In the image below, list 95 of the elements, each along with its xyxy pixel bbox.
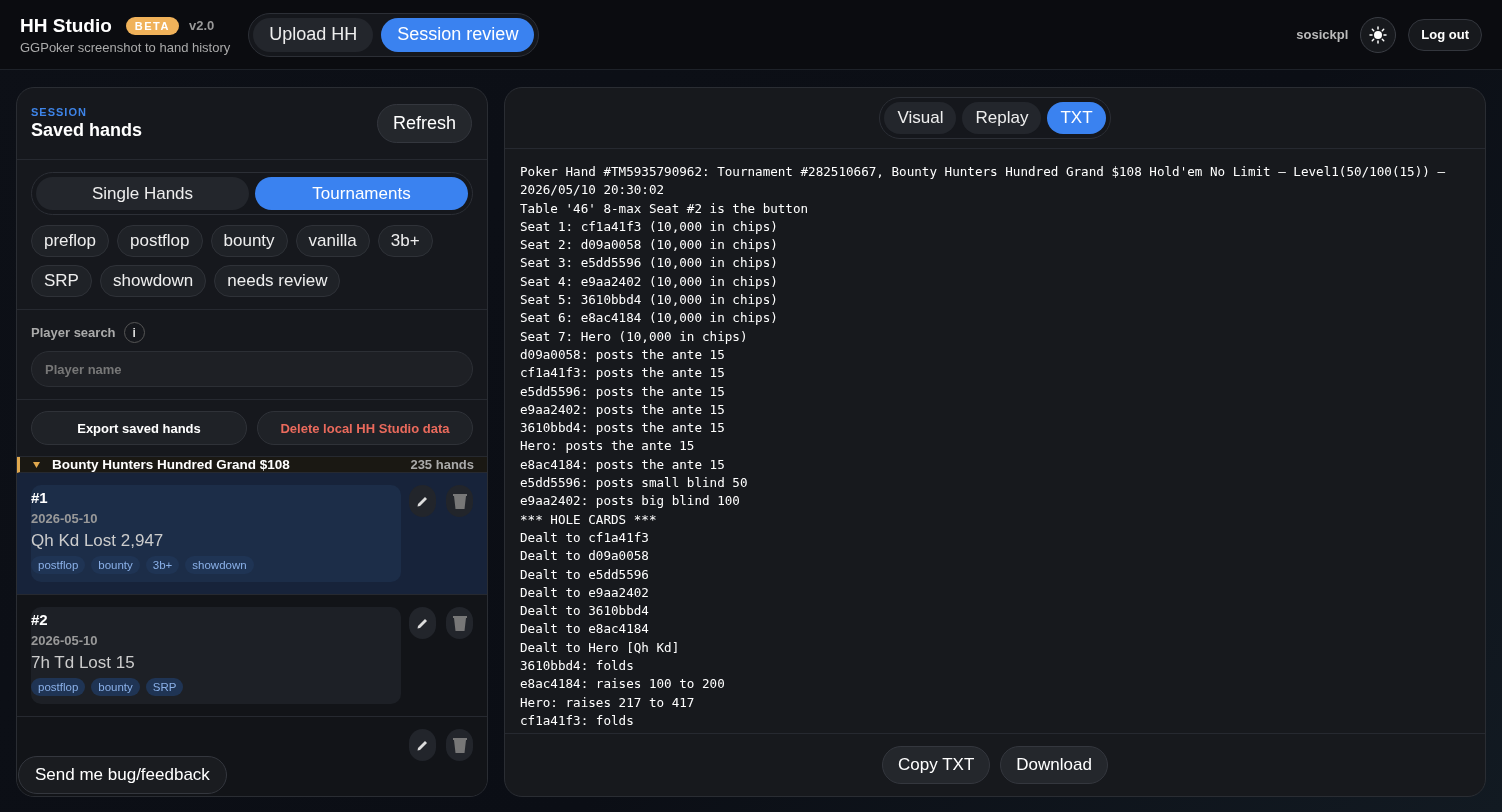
hand-history-line: Dealt to cf1a41f3 xyxy=(520,528,650,547)
hand-history-line: e5dd5596: posts small blind 50 xyxy=(520,474,749,493)
refresh-button[interactable]: Refresh xyxy=(376,104,472,143)
hand-history-line: Dealt to d09a0058 xyxy=(520,547,650,566)
player-search-field[interactable]: Player name xyxy=(31,351,473,387)
edit-button[interactable] xyxy=(409,729,436,761)
hand-history-line: e8ac4184: posts the ante 15 xyxy=(520,455,726,474)
hand-history-line: Seat 1: cf1a41f3 (10,000 in chips) xyxy=(520,217,779,236)
filter-chip[interactable]: postflop xyxy=(117,225,203,257)
hand-number: #2 xyxy=(31,611,49,628)
tournament-name: Bounty Hunters Hundred Grand $108 xyxy=(52,457,291,472)
hand-history-line: Hero: posts the ante 15 xyxy=(520,437,696,456)
hand-row[interactable]: #1 2026-05-10 Qh Kd Lost 2,947 postflop bounty 3b+ showdown xyxy=(17,473,487,595)
section-eyebrow: SESSION xyxy=(31,106,88,118)
download-button[interactable]: Download xyxy=(1000,746,1108,784)
edit-button[interactable] xyxy=(409,607,436,639)
filter-chip[interactable]: vanilla xyxy=(295,225,370,257)
hand-history-line: Table '46' 8-max Seat #2 is the button xyxy=(520,199,810,218)
filter-chip[interactable]: bounty xyxy=(210,225,288,257)
hand-history-line: Seat 7: Hero (10,000 in chips) xyxy=(520,327,749,346)
hand-history-line: Dealt to e5dd5596 xyxy=(520,565,650,584)
hand-tag: SRP xyxy=(145,678,184,696)
viewer-tab[interactable]: Visual xyxy=(884,102,957,134)
hand-history-line: Seat 2: d09a0058 (10,000 in chips) xyxy=(520,236,779,255)
hand-history-line: Poker Hand #TM5935790962: Tournament #282510667, Bounty Hunters Hundred Grand $108 Hold'em No Limit – Level1(50/100(15)) – 2026/05/10 20:30:02 xyxy=(520,163,1446,200)
hand-history-line: e8ac4184: raises 100 to 200 xyxy=(520,675,726,694)
pencil-icon xyxy=(415,616,430,630)
hand-history-line: Dealt to Hero [Qh Kd] xyxy=(520,638,681,657)
feedback-button[interactable]: Send me bug/feedback xyxy=(18,756,227,794)
hand-tag: postflop xyxy=(31,556,86,574)
hand-history-line: d09a0058: posts the ante 15 xyxy=(520,345,726,364)
tournament-group-header[interactable]: Bounty Hunters Hundred Grand $108 235 hands xyxy=(17,457,487,473)
hand-tag: postflop xyxy=(31,678,86,696)
hand-summary: 7h Td Lost 15 xyxy=(31,653,136,673)
theme-toggle-button[interactable] xyxy=(1360,16,1397,53)
hand-count: 235 hands xyxy=(410,457,474,472)
hand-tag: bounty xyxy=(91,556,140,574)
trash-icon xyxy=(451,614,468,632)
logout-button[interactable]: Log out xyxy=(1408,18,1482,51)
edit-button[interactable] xyxy=(409,485,436,517)
hand-tag: showdown xyxy=(185,556,254,574)
hand-card[interactable]: #2 2026-05-10 7h Td Lost 15 postflop bounty SRP xyxy=(31,607,401,704)
sun-icon xyxy=(1369,25,1388,44)
app-title: HH Studio xyxy=(20,14,112,37)
filter-chip[interactable]: showdown xyxy=(99,265,207,297)
hand-history-line: Seat 5: 3610bbd4 (10,000 in chips) xyxy=(520,291,779,310)
delete-button[interactable] xyxy=(446,729,473,761)
hand-tag: 3b+ xyxy=(145,556,180,574)
copy-button[interactable]: Copy TXT xyxy=(882,746,991,784)
hand-history-line: Seat 6: e8ac4184 (10,000 in chips) xyxy=(520,309,779,328)
delete-button[interactable] xyxy=(446,485,473,517)
mode-tab[interactable]: Upload HH xyxy=(253,17,374,52)
view-tab[interactable]: Tournaments xyxy=(255,177,468,210)
version-label: v2.0 xyxy=(188,18,215,33)
hand-history-line: 3610bbd4: folds xyxy=(520,657,635,675)
hand-history-line: cf1a41f3: posts the ante 15 xyxy=(520,364,726,383)
hand-history-line: Dealt to e8ac4184 xyxy=(520,620,650,639)
filter-chip[interactable]: needs review xyxy=(214,265,341,297)
hand-history-line: e9aa2402: posts the ante 15 xyxy=(520,400,726,419)
view-tab[interactable]: Single Hands xyxy=(36,177,249,210)
hand-history-line: *** HOLE CARDS *** xyxy=(520,510,658,529)
hand-history-line: Hero: raises 217 to 417 xyxy=(520,693,696,712)
app-subtitle: GGPoker screenshot to hand history xyxy=(20,39,231,55)
hand-history-line: Dealt to 3610bbd4 xyxy=(520,602,650,621)
panel-title: Saved hands xyxy=(31,120,143,141)
beta-badge: BETA xyxy=(125,16,179,35)
hand-history-line: Dealt to e9aa2402 xyxy=(520,583,650,602)
filter-chip[interactable]: 3b+ xyxy=(377,225,433,257)
viewer-tab[interactable]: TXT xyxy=(1047,102,1106,134)
hand-history-line: cf1a41f3: folds xyxy=(520,711,635,730)
hand-row[interactable]: #2 2026-05-10 7h Td Lost 15 postflop bounty SRP xyxy=(17,595,487,717)
delete-data-button[interactable]: Delete local HH Studio data xyxy=(257,411,473,445)
pencil-icon xyxy=(415,494,430,508)
field-label: Player search xyxy=(31,325,116,340)
hand-history-line: 3610bbd4: posts the ante 15 xyxy=(520,419,726,438)
hand-history-line: e9aa2402: posts big blind 100 xyxy=(520,492,741,511)
delete-button[interactable] xyxy=(446,607,473,639)
hand-card[interactable]: #1 2026-05-10 Qh Kd Lost 2,947 postflop bounty 3b+ showdown xyxy=(31,485,401,582)
hand-tag: bounty xyxy=(91,678,140,696)
username: sosickpl xyxy=(1296,27,1349,42)
pencil-icon xyxy=(415,738,430,752)
hand-summary: Qh Kd Lost 2,947 xyxy=(31,531,165,551)
trash-icon xyxy=(451,492,468,510)
hand-history-line: Seat 4: e9aa2402 (10,000 in chips) xyxy=(520,272,779,291)
mode-tab[interactable]: Session review xyxy=(381,17,535,52)
hand-history-line: Seat 3: e5dd5596 (10,000 in chips) xyxy=(520,254,779,273)
hand-date: 2026-05-10 xyxy=(31,633,99,648)
filter-chip[interactable]: SRP xyxy=(31,265,92,297)
filter-chip[interactable]: preflop xyxy=(31,225,109,257)
hand-history-line: e5dd5596: posts the ante 15 xyxy=(520,382,726,401)
trash-icon xyxy=(451,736,468,754)
viewer-tab[interactable]: Replay xyxy=(962,102,1042,134)
hand-number: #1 xyxy=(31,489,49,506)
export-button[interactable]: Export saved hands xyxy=(31,411,247,445)
hand-date: 2026-05-10 xyxy=(31,511,99,526)
